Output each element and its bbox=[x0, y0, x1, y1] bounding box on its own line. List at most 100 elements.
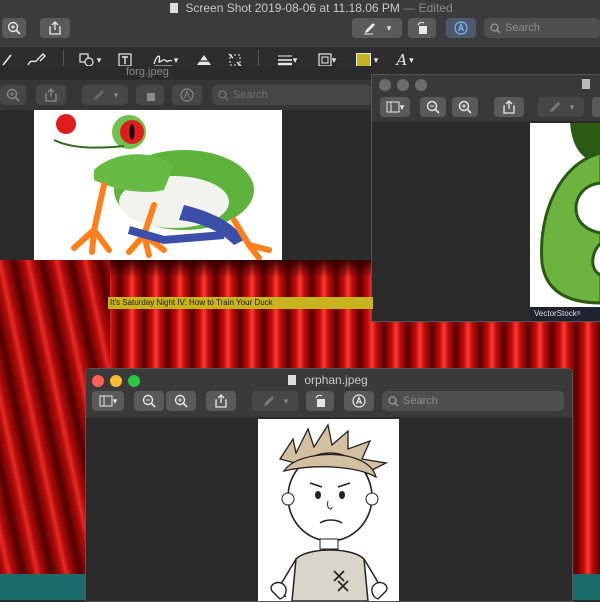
frog-markup-button[interactable]: ▾ bbox=[82, 85, 128, 105]
share-icon bbox=[215, 394, 227, 408]
sidebar-toggle-button[interactable]: ▾ bbox=[92, 391, 124, 411]
line-style-icon bbox=[277, 55, 292, 66]
share-icon bbox=[45, 88, 57, 102]
window-zoom-button[interactable] bbox=[415, 79, 427, 91]
frog-share-button[interactable] bbox=[36, 85, 66, 105]
chevron-down-icon: ▾ bbox=[283, 395, 289, 406]
frog-illustration bbox=[53, 114, 272, 260]
zoom-in-icon bbox=[458, 100, 472, 114]
adjust-color-icon bbox=[196, 55, 212, 65]
search-placeholder: Search bbox=[403, 395, 438, 407]
annotate-circle-icon bbox=[454, 21, 468, 35]
annotate-circle-icon bbox=[180, 88, 194, 102]
zoom-in-icon bbox=[6, 88, 20, 102]
vectorstock-watermark: VectorStock® bbox=[530, 307, 600, 321]
chevron-down-icon: ▾ bbox=[373, 54, 379, 65]
text-box-icon bbox=[118, 53, 132, 67]
window-minimize-button[interactable] bbox=[110, 375, 122, 387]
zoom-in-icon bbox=[174, 394, 188, 408]
zoom-out-button[interactable] bbox=[134, 391, 164, 411]
search-placeholder: Search bbox=[505, 22, 540, 34]
markup-toggle-button[interactable]: ▾ bbox=[352, 18, 402, 38]
search-placeholder: Search bbox=[233, 89, 268, 101]
rotate-button[interactable] bbox=[306, 391, 334, 411]
sketch-icon bbox=[2, 54, 12, 66]
text-style-icon: A bbox=[396, 51, 408, 69]
search-icon bbox=[388, 395, 399, 406]
frog-search-field[interactable]: Search bbox=[212, 85, 372, 105]
pen-icon bbox=[93, 90, 104, 100]
annotate-button[interactable] bbox=[446, 18, 476, 38]
caption-text: It's Saturday Night IV: How to Train You… bbox=[110, 298, 273, 307]
document-icon bbox=[288, 375, 296, 385]
markup-button[interactable]: ▾ bbox=[252, 391, 298, 411]
frog-annotate-button[interactable] bbox=[172, 85, 202, 105]
zoom-out-icon bbox=[426, 100, 440, 114]
share-button[interactable] bbox=[206, 391, 236, 411]
rotate-button[interactable] bbox=[592, 97, 600, 117]
shapes-icon bbox=[79, 53, 94, 67]
zoom-out-button[interactable] bbox=[420, 97, 446, 117]
chevron-down-icon: ▾ bbox=[409, 54, 414, 65]
edited-label: — Edited bbox=[403, 1, 453, 15]
main-search-field[interactable]: Search bbox=[484, 18, 600, 38]
rotate-icon bbox=[315, 394, 325, 407]
caption-text-box[interactable]: It's Saturday Night IV: How to Train You… bbox=[108, 297, 373, 309]
chevron-down-icon: ▾ bbox=[173, 54, 179, 65]
orphan-search-field[interactable]: Search bbox=[382, 391, 564, 411]
chevron-down-icon: ▾ bbox=[112, 395, 118, 406]
frog-image bbox=[34, 110, 282, 260]
zoom-in-button[interactable] bbox=[2, 18, 26, 38]
orphan-title-text: orphan.jpeg bbox=[304, 373, 368, 387]
window-minimize-button[interactable] bbox=[397, 79, 409, 91]
markup-button[interactable]: ▾ bbox=[538, 97, 584, 117]
share-icon bbox=[503, 100, 515, 114]
main-window-title: Screen Shot 2019-08-06 at 11.18.06 PM — … bbox=[170, 1, 453, 15]
draw-icon bbox=[27, 53, 46, 66]
orphan-image bbox=[258, 419, 399, 601]
text-style-tool[interactable]: A ▾ bbox=[390, 50, 420, 70]
frog-rotate-button[interactable] bbox=[136, 85, 164, 105]
pen-icon bbox=[363, 23, 375, 35]
frog-window-title: forg.jpeg bbox=[126, 66, 169, 78]
share-button[interactable] bbox=[40, 18, 70, 38]
zoom-in-button[interactable] bbox=[452, 97, 478, 117]
main-title-text: Screen Shot 2019-08-06 at 11.18.06 PM bbox=[185, 1, 400, 15]
watermark-mark: ® bbox=[576, 311, 581, 317]
chevron-down-icon: ▾ bbox=[96, 54, 102, 65]
chevron-down-icon: ▾ bbox=[331, 54, 337, 65]
chevron-down-icon: ▾ bbox=[113, 89, 119, 100]
resize-icon bbox=[228, 53, 242, 67]
window-close-button[interactable] bbox=[92, 375, 104, 387]
window-zoom-button[interactable] bbox=[128, 375, 140, 387]
watermark-text: VectorStock bbox=[534, 309, 577, 318]
zoom-in-icon bbox=[7, 21, 21, 35]
rotate-button[interactable] bbox=[408, 18, 436, 38]
annotate-button[interactable] bbox=[344, 391, 374, 411]
pen-icon bbox=[549, 102, 560, 112]
frog-preview-window: forg.jpeg ▾ Search bbox=[0, 66, 372, 260]
document-icon bbox=[582, 79, 590, 89]
search-icon bbox=[218, 89, 229, 100]
annotate-circle-icon bbox=[352, 394, 366, 408]
orphan-boy-illustration bbox=[270, 423, 389, 601]
signature-icon bbox=[153, 55, 173, 67]
frog-zoom-in-button[interactable] bbox=[0, 85, 26, 105]
chevron-down-icon: ▾ bbox=[386, 22, 392, 33]
sidebar-icon bbox=[386, 101, 400, 113]
document-icon bbox=[170, 3, 178, 13]
chevron-down-icon: ▾ bbox=[292, 54, 298, 65]
chevron-down-icon: ▾ bbox=[399, 101, 405, 112]
sidebar-toggle-button[interactable]: ▾ bbox=[380, 97, 410, 117]
frog-title-text: forg.jpeg bbox=[126, 66, 169, 78]
orphan-window-title: orphan.jpeg bbox=[288, 373, 368, 387]
zoom-in-button[interactable] bbox=[166, 391, 196, 411]
vector-image: VectorStock® bbox=[530, 123, 600, 321]
zoom-out-icon bbox=[142, 394, 156, 408]
share-icon bbox=[49, 21, 61, 35]
search-icon bbox=[490, 22, 501, 33]
window-close-button[interactable] bbox=[379, 79, 391, 91]
share-button[interactable] bbox=[494, 97, 524, 117]
money-bag-illustration bbox=[540, 123, 600, 305]
vector-preview-window: ▾ ▾ VectorStock® bbox=[371, 74, 600, 322]
